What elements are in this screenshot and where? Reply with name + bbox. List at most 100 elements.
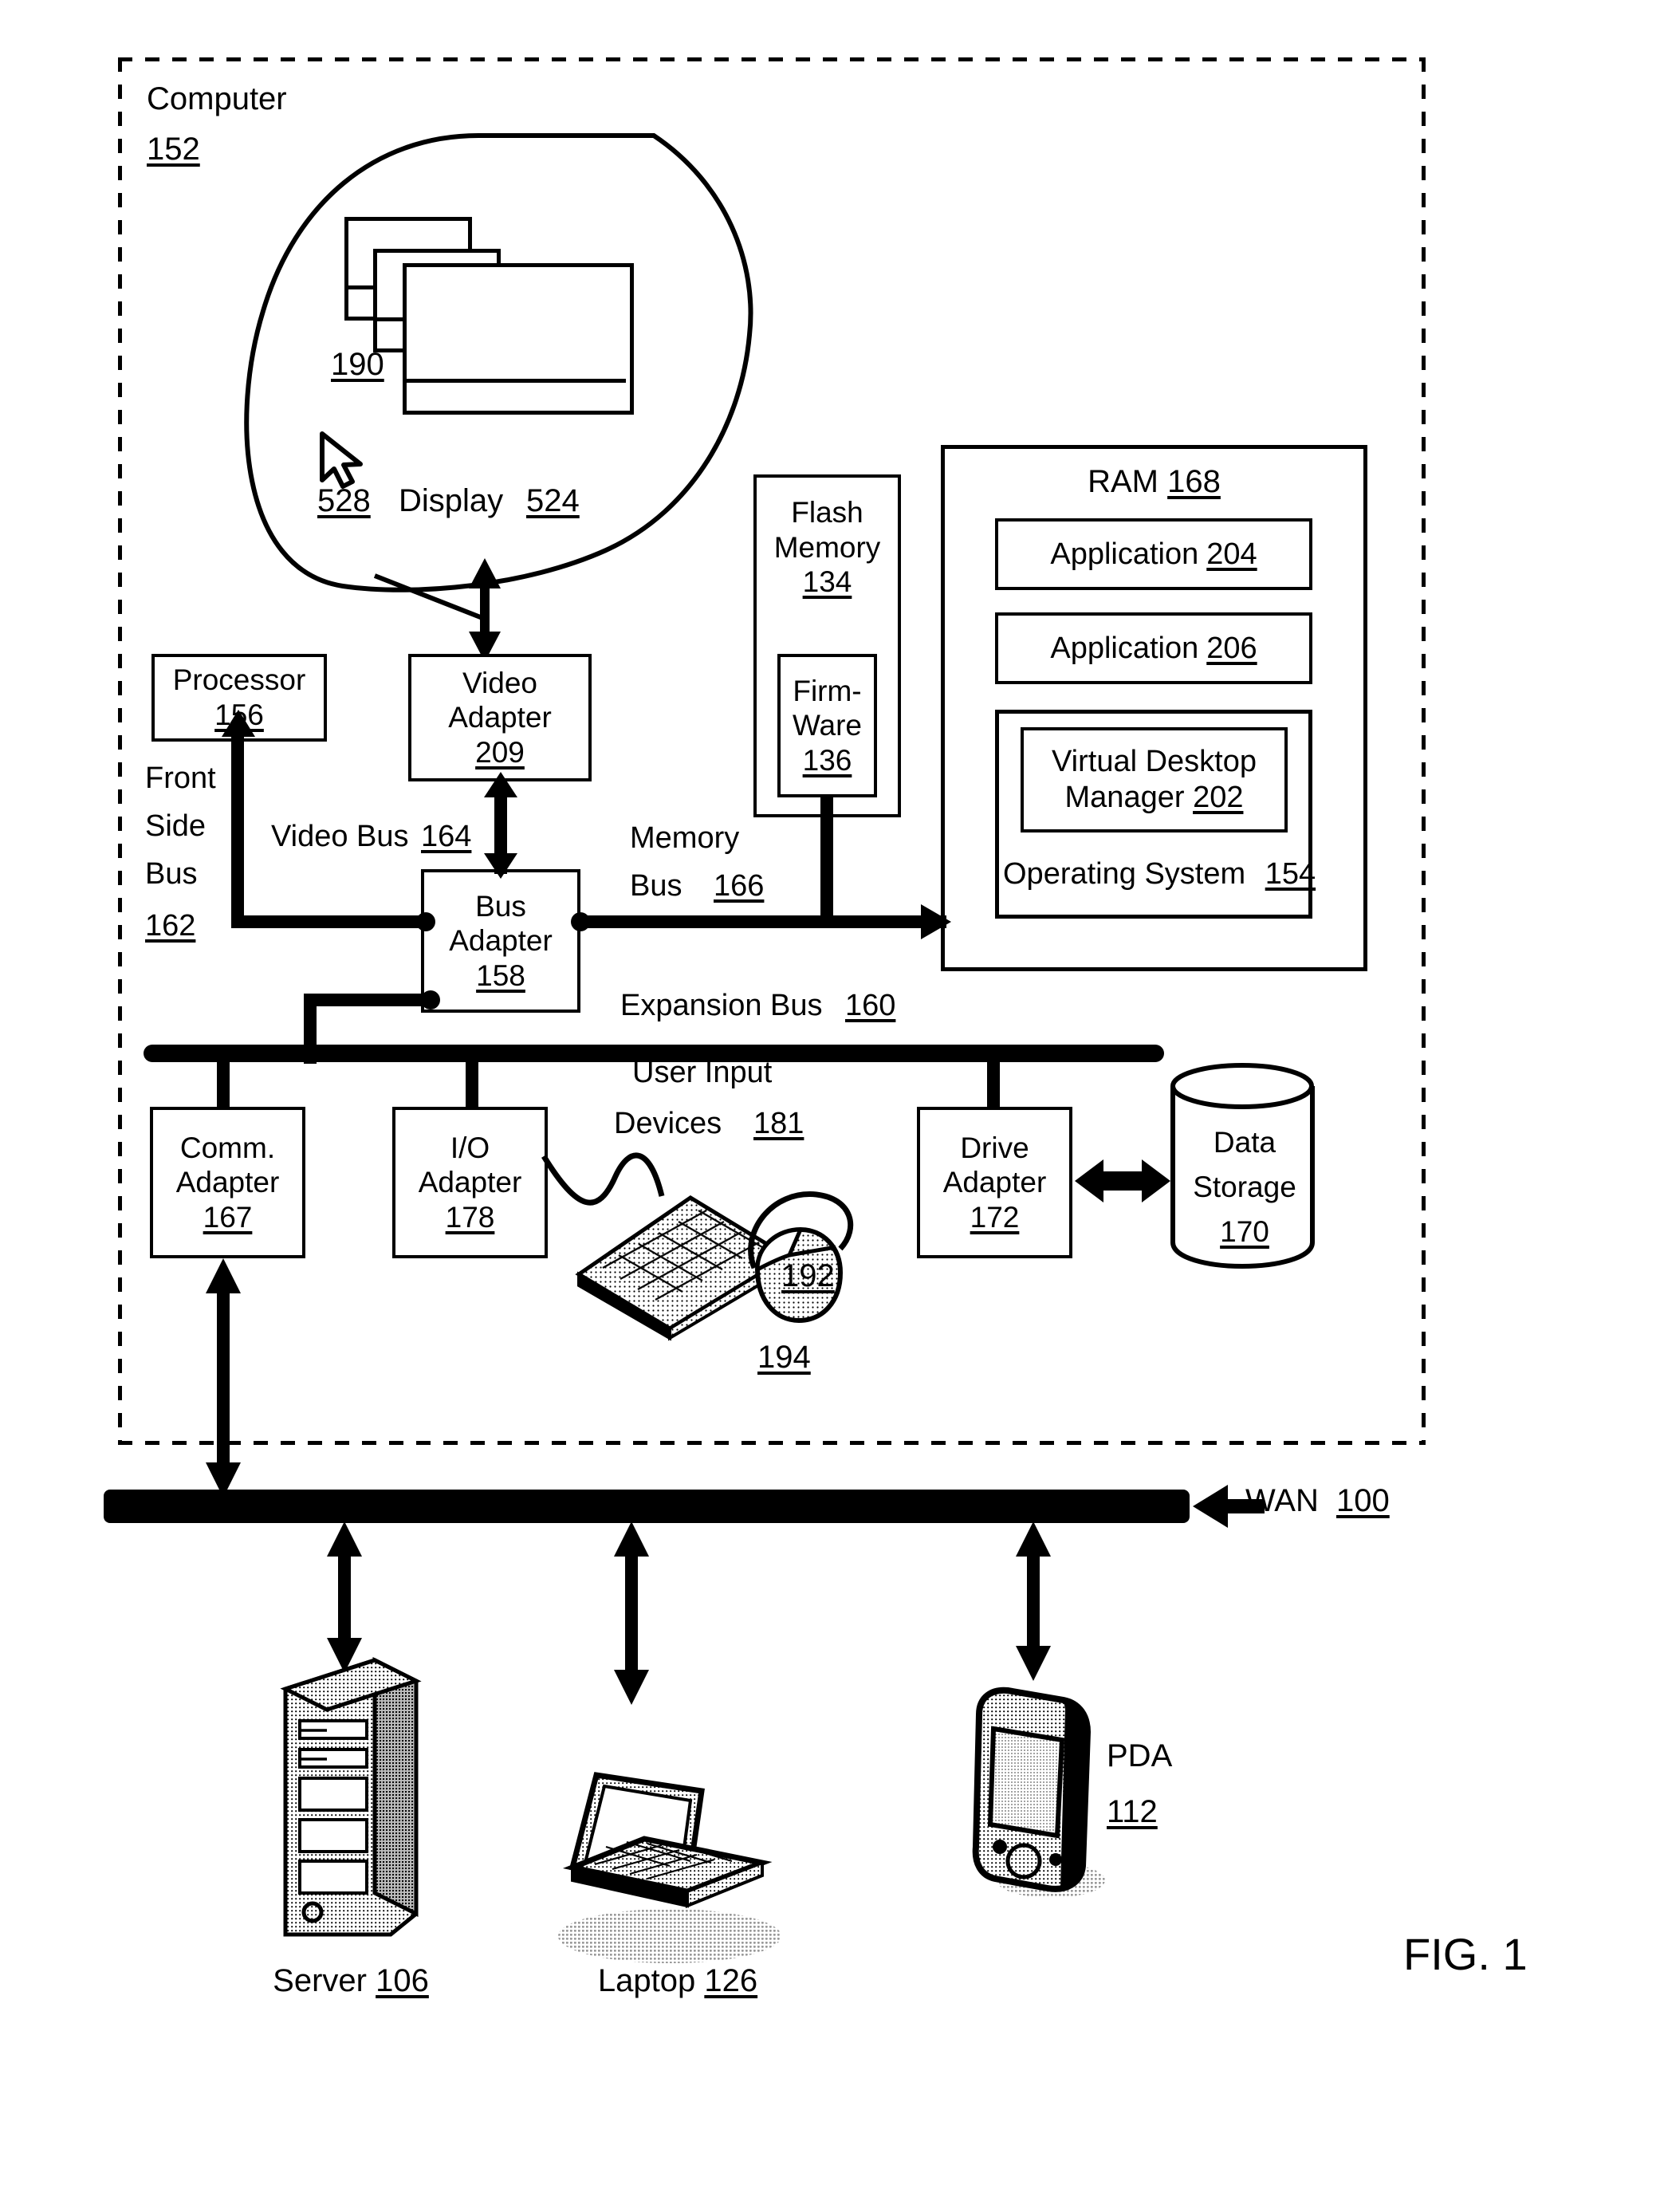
flash-memory-label-2: Memory	[773, 530, 881, 564]
comm-adapter-label-1: Comm.	[179, 1131, 276, 1164]
flash-memory-ref: 134	[802, 565, 852, 599]
pda-icon	[972, 1687, 1105, 1898]
display-label: Display	[399, 483, 504, 518]
memory-bus-junction	[571, 912, 590, 931]
display-ref-524: 524	[526, 483, 580, 518]
drive-adapter-label-1: Drive	[960, 1131, 1029, 1164]
cursor-ref-528: 528	[317, 483, 371, 518]
video-bus-ref: 164	[421, 820, 472, 853]
wan-ref: 100	[1336, 1483, 1390, 1518]
comm-adapter-box: Comm. Adapter 167	[150, 1107, 305, 1258]
ram-ref: 168	[1167, 464, 1221, 499]
application-206-ref: 206	[1206, 631, 1257, 665]
application-204-box: Application 204	[995, 518, 1312, 590]
video-adapter-label-2: Adapter	[448, 701, 552, 734]
windows-ref-190: 190	[331, 347, 384, 382]
application-204-ref: 204	[1206, 537, 1257, 571]
comm-wan-arrow	[206, 1258, 241, 1498]
front-side-bus-junction	[416, 912, 435, 931]
memory-bus-flash-branch	[820, 797, 833, 922]
user-input-devices-l2: Devices	[614, 1107, 722, 1140]
drive-storage-arrow	[1075, 1159, 1170, 1202]
video-adapter-label-1: Video	[462, 666, 537, 699]
front-side-bus-l1: Front	[145, 762, 216, 795]
pda-ref: 112	[1107, 1794, 1158, 1829]
processor-label: Processor	[172, 663, 306, 697]
vdm-ref: 202	[1193, 781, 1244, 814]
data-storage-ref: 170	[1220, 1215, 1269, 1248]
comm-adapter-label-2: Adapter	[175, 1166, 280, 1199]
front-side-bus-ref: 162	[145, 909, 196, 943]
firmware-ref: 136	[802, 743, 852, 777]
front-side-bus-l2: Side	[145, 809, 207, 843]
video-bus-label: Video Bus	[271, 820, 409, 853]
pda-label: PDA	[1107, 1738, 1173, 1773]
front-side-bus-vertical	[231, 727, 244, 927]
wan-label: WAN	[1245, 1483, 1319, 1518]
expansion-bus-label: Expansion Bus	[620, 989, 823, 1022]
wan-bar	[104, 1490, 1190, 1523]
video-bus-arrow-up	[484, 772, 517, 797]
io-adapter-label-2: Adapter	[418, 1166, 522, 1199]
vdm-label-2: Manager	[1064, 781, 1185, 814]
drive-adapter-label-2: Adapter	[942, 1166, 1047, 1199]
user-input-devices-l1: User Input	[632, 1056, 773, 1089]
server-label: Server	[273, 1963, 367, 1998]
io-adapter-box: I/O Adapter 178	[392, 1107, 548, 1258]
mouse-icon	[748, 1191, 854, 1324]
display-video-arrow	[469, 558, 501, 662]
laptop-ref: 126	[704, 1963, 758, 1998]
laptop-label-row: Laptop 126	[558, 1963, 797, 1999]
memory-bus-l2: Bus	[630, 869, 682, 903]
laptop-icon	[558, 1772, 781, 1963]
io-adapter-label-1: I/O	[450, 1131, 490, 1164]
laptop-label: Laptop	[597, 1963, 696, 1998]
user-input-devices-ref: 181	[753, 1107, 804, 1140]
flash-memory-label-1: Flash	[791, 496, 863, 529]
ram-title-row: RAM 168	[941, 464, 1367, 500]
front-side-bus-arrowhead	[222, 710, 255, 737]
memory-bus-ram-arrow	[921, 904, 951, 939]
keyboard-ref-192: 192	[781, 1258, 835, 1293]
wan-laptop-arrow	[614, 1521, 649, 1705]
firmware-box: Firm- Ware 136	[777, 654, 877, 797]
display-outline	[244, 133, 753, 620]
application-204-label: Application	[1050, 537, 1199, 571]
operating-system-label: Operating System	[1003, 857, 1246, 891]
memory-bus-ref: 166	[714, 869, 765, 903]
video-adapter-box: Video Adapter 209	[408, 654, 592, 781]
server-label-row: Server 106	[231, 1963, 470, 1999]
window-front	[403, 263, 634, 415]
wan-pda-arrow	[1016, 1521, 1051, 1681]
firmware-label-1: Firm-	[793, 674, 862, 707]
drive-adapter-ref: 172	[970, 1200, 1020, 1234]
figure-canvas: Computer 152 190 528 Display 524 Process…	[0, 0, 1660, 2212]
ram-title: RAM	[1088, 464, 1158, 499]
data-storage-label-2: Storage	[1193, 1171, 1296, 1203]
expansion-bus-ref: 160	[845, 989, 896, 1022]
operating-system-ref: 154	[1265, 857, 1316, 891]
io-adapter-ref: 178	[445, 1200, 495, 1234]
mouse-ref-194: 194	[757, 1340, 811, 1375]
server-ref: 106	[376, 1963, 429, 1998]
virtual-desktop-manager-box: Virtual Desktop Manager 202	[1021, 727, 1288, 832]
bus-adapter-box: Bus Adapter 158	[421, 869, 580, 1013]
comm-adapter-ref: 167	[203, 1200, 253, 1234]
expansion-drop-junction	[421, 990, 440, 1010]
bus-adapter-label-1: Bus	[475, 889, 526, 923]
front-side-bus-horizontal	[231, 915, 431, 928]
front-side-bus-l3: Bus	[145, 857, 198, 891]
bus-adapter-to-expansion-horizontal	[304, 994, 431, 1006]
application-206-box: Application 206	[995, 612, 1312, 684]
application-206-label: Application	[1050, 631, 1199, 665]
operating-system-row: Operating System 154	[1003, 857, 1316, 891]
bus-adapter-ref: 158	[476, 958, 525, 992]
vdm-label-1: Virtual Desktop	[1052, 745, 1257, 779]
drive-adapter-box: Drive Adapter 172	[917, 1107, 1072, 1258]
figure-label: FIG. 1	[1403, 1929, 1528, 1979]
video-bus-arrow-down	[484, 853, 517, 879]
window-front-taskbar-split	[403, 379, 626, 383]
memory-bus-horizontal	[576, 915, 946, 928]
firmware-label-2: Ware	[792, 709, 863, 742]
bus-adapter-label-2: Adapter	[449, 924, 553, 958]
